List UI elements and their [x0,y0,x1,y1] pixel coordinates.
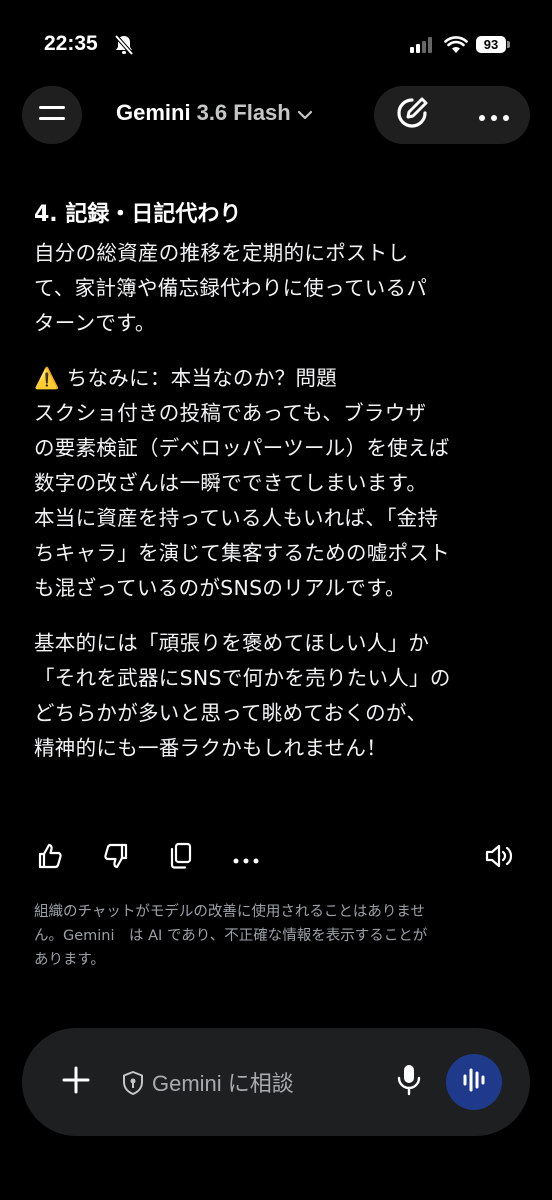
paragraph-line: 本当に資産を持っている人もいれば、「金持 [34,506,439,530]
thumbs-up-button[interactable] [32,840,68,876]
signal-icon [410,37,436,57]
paragraph-line: 自分の総資産の推移を定期的にポストし [34,241,409,265]
paragraph-line: どちらかが多いと思って眺めておくのが、 [34,701,428,725]
paragraph-line: 精神的にも一番ラクかもしれません！ [34,736,387,760]
read-aloud-button[interactable] [482,840,518,876]
warning-title: ちなみに：本当なのか？問題 [59,366,338,390]
paragraph-line: スクショ付きの投稿であっても、ブラウザ [34,401,427,425]
warning-title-line: ⚠️ ちなみに：本当なのか？問題 [34,361,534,396]
new-chat-button[interactable] [384,94,440,136]
thumbs-down-icon [102,842,130,874]
prompt-input[interactable]: Gemini に相談 [152,1066,294,1098]
live-button[interactable] [446,1054,502,1110]
mic-button[interactable] [392,1064,426,1100]
shield-icon [122,1070,144,1100]
model-version: 3.6 Flash [196,100,291,125]
warning-icon: ⚠️ [34,366,60,390]
battery-level: 93 [476,36,506,53]
paragraph-2: ⚠️ ちなみに：本当なのか？問題 スクショ付きの投稿であっても、ブラウザ の要素… [34,361,534,606]
model-name: Gemini [116,100,191,125]
menu-icon [39,105,65,125]
paragraph-line: の要素検証（デベロッパーツール）を使えば [34,436,450,460]
more-icon [478,107,510,126]
paragraph-3: 基本的には「頑張りを褒めてほしい人」か 「それを武器にSNSで何かを売りたい人」… [34,626,534,766]
paragraph-line: 「それを武器にSNSで何かを売りたい人」の [34,666,451,690]
thumbs-up-icon [36,842,64,874]
new-chat-icon [392,95,432,135]
battery-cap [507,41,510,48]
paragraph-line: て、家計簿や備忘録代わりに使っているパ [34,276,428,300]
disclaimer-line: ん。Gemini は AI であり、不正確な情報を表示することが [34,928,428,944]
menu-button[interactable] [22,86,82,144]
more-options-icon [233,849,259,868]
paragraph-line: ターンです。 [34,311,156,335]
more-button[interactable] [466,96,522,136]
paragraph-1: 自分の総資産の推移を定期的にポストし て、家計簿や備忘録代わりに使っているパ タ… [34,236,534,341]
wifi-icon [444,36,468,58]
copy-button[interactable] [163,840,199,876]
model-selector[interactable]: Gemini 3.6 Flash [116,100,313,126]
disclaimer: 組織のチャットがモデルの改善に使用されることはありませ ん。Gemini は A… [34,900,524,972]
paragraph-line: 基本的には「頑張りを褒めてほしい人」か [34,631,430,655]
paragraph-line: も混ざっているのがSNSのリアルです。 [34,576,406,600]
live-icon [461,1065,487,1099]
more-options-button[interactable] [228,840,264,876]
paragraph-line: 数字の改ざんは一瞬でできてしまいます。 [34,471,428,495]
add-attachment-button[interactable] [56,1062,96,1102]
copy-icon [168,842,194,874]
status-time: 22:35 [44,32,98,55]
section-heading: 4. 記録・日記代わり [34,202,242,227]
speaker-icon [484,843,516,873]
paragraph-line: ちキャラ」を演じて集客するための嘘ポスト [34,541,450,565]
bell-muted-icon [114,34,134,60]
response-body: 4. 記録・日記代わり 自分の総資産の推移を定期的にポストし て、家計簿や備忘録… [34,198,534,786]
disclaimer-line: 組織のチャットがモデルの改善に使用されることはありませ [34,904,425,920]
chevron-down-icon [297,100,313,126]
mic-icon [396,1063,422,1101]
disclaimer-line: あります。 [34,952,106,968]
plus-icon [61,1065,91,1099]
thumbs-down-button[interactable] [98,840,134,876]
